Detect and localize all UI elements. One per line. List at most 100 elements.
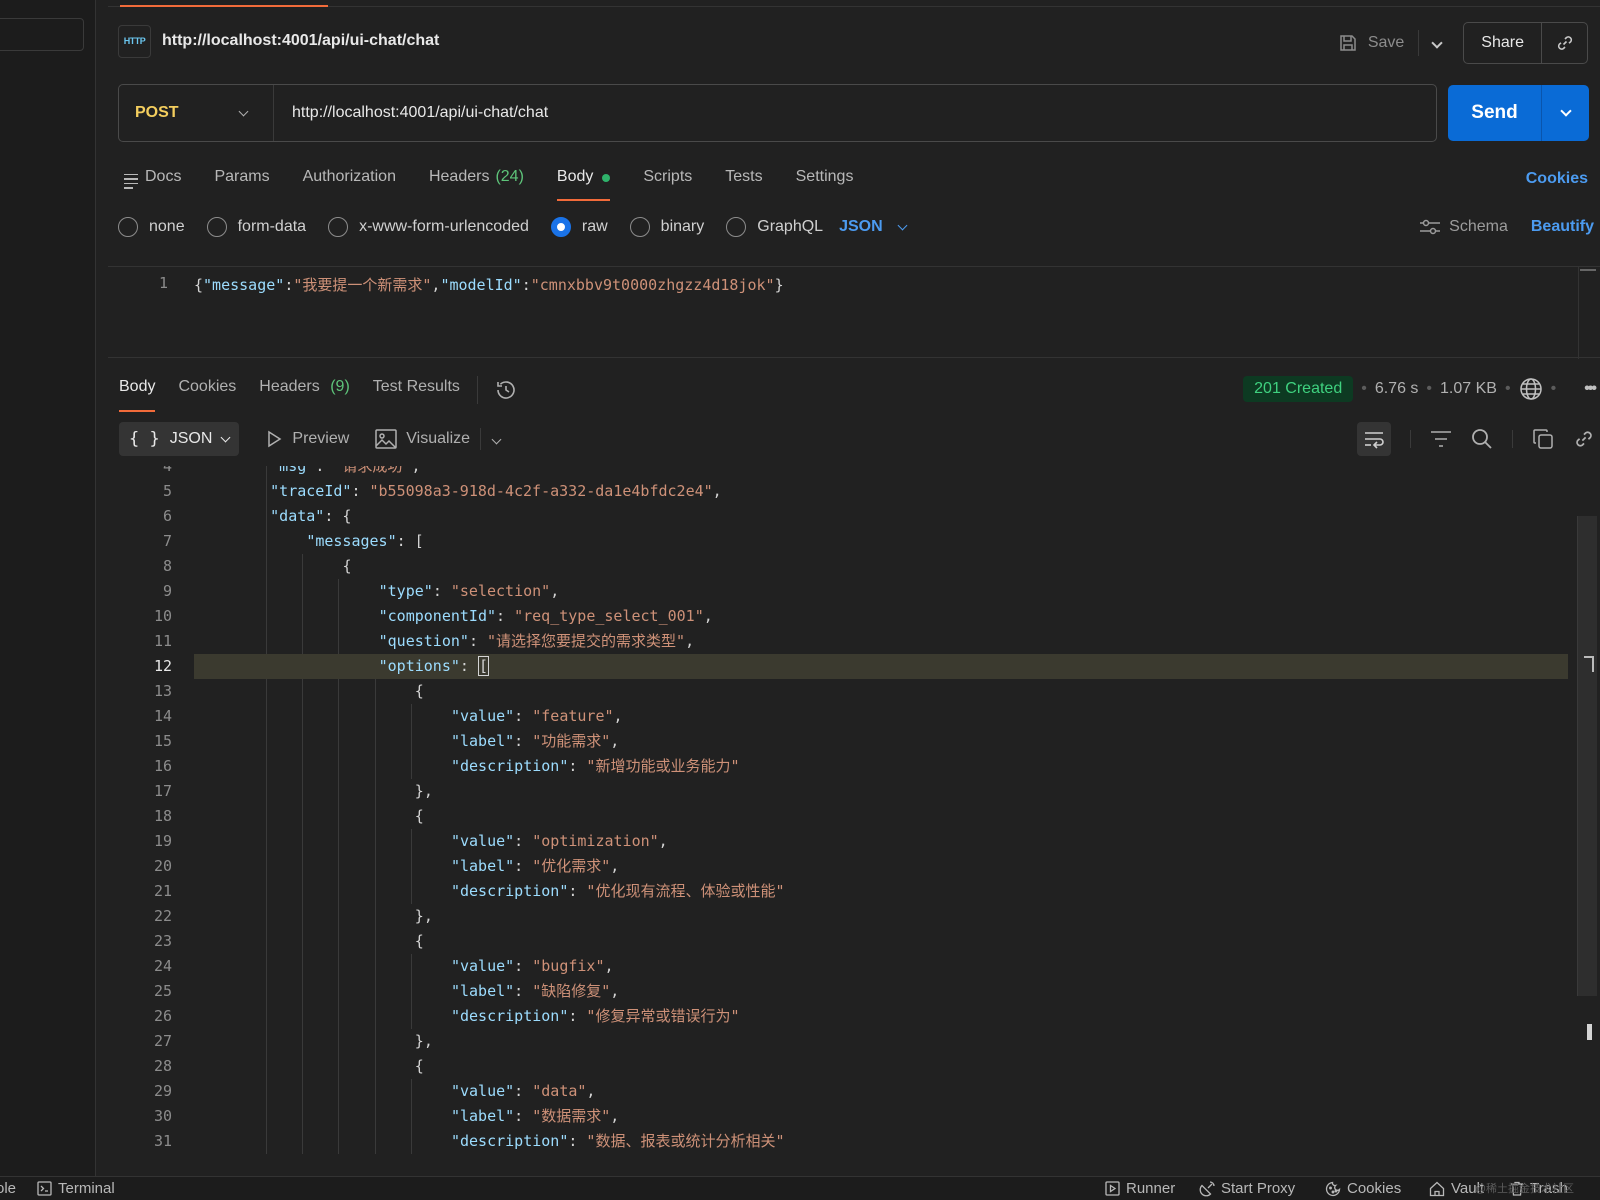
code-line[interactable]: 20 "label": "优化需求", [108,854,1568,879]
send-button[interactable]: Send [1448,85,1542,141]
history-icon[interactable] [494,378,518,407]
code-line[interactable]: 14 "value": "feature", [108,704,1568,729]
body-type-raw[interactable]: raw [550,217,608,237]
code-line[interactable]: 8{ [108,554,1568,579]
method-select[interactable]: POST [119,85,274,141]
request-editor-scrollbar[interactable] [1578,267,1596,359]
cookies-button[interactable]: Cookies [1325,1180,1401,1197]
tab-scripts[interactable]: Scripts [643,164,692,204]
body-type-urlencoded[interactable]: x-www-form-urlencoded [328,217,529,237]
response-tab-headers[interactable]: Headers (9) [259,372,350,412]
terminal-button[interactable]: Terminal [37,1180,115,1197]
code-line[interactable]: 19 "value": "optimization", [108,829,1568,854]
response-tab-body[interactable]: Body [119,372,156,412]
code-line[interactable]: 6 "data": { [108,504,1568,529]
code-line[interactable]: 15 "label": "功能需求", [108,729,1568,754]
active-request-tab[interactable] [120,0,328,7]
response-format-select[interactable]: { } JSON [119,422,240,456]
preview-button[interactable]: Preview [265,430,349,448]
response-tab-cookies[interactable]: Cookies [178,372,236,412]
wrap-lines-icon[interactable] [1357,422,1391,456]
divider [1418,30,1420,56]
more-options-icon[interactable]: ••• [1584,380,1597,398]
code-line[interactable]: 22}, [108,904,1568,929]
console-button[interactable]: ole [0,1180,16,1197]
response-size[interactable]: 1.07 KB [1440,380,1497,398]
response-tab-test-results[interactable]: Test Results [373,372,460,412]
code-line[interactable]: 21 "description": "优化现有流程、体验或性能" [108,879,1568,904]
body-type-graphql[interactable]: GraphQL [726,217,823,237]
code-line[interactable]: 31 "description": "数据、报表或统计分析相关" [108,1129,1568,1154]
copy-link-icon[interactable] [1541,23,1587,63]
code-line[interactable]: 9 "type": "selection", [108,579,1568,604]
response-time[interactable]: 6.76 s [1375,380,1419,398]
code-line[interactable]: 27}, [108,1029,1568,1054]
code-line[interactable]: 29 "value": "data", [108,1079,1568,1104]
line-number: 4 [162,466,172,475]
code-line[interactable]: 16 "description": "新增功能或业务能力" [108,754,1568,779]
send-options-chevron-icon[interactable] [1542,85,1589,141]
code-line[interactable]: 23 { [108,929,1568,954]
scrollbar-thumb[interactable] [1587,1024,1592,1040]
code-line[interactable]: 18 { [108,804,1568,829]
tab-headers[interactable]: Headers (24) [429,164,524,204]
save-button[interactable]: Save [1328,33,1414,53]
tab-params[interactable]: Params [214,164,269,204]
beautify-button[interactable]: Beautify [1531,218,1594,236]
share-button[interactable]: Share [1464,23,1541,63]
visualize-options-chevron-icon[interactable] [491,430,502,448]
response-editor-scrollbar[interactable] [1577,516,1597,996]
status-badge[interactable]: 201 Created [1243,376,1354,402]
json-string: "修复异常或错误行为" [586,1007,740,1025]
save-options-chevron-icon[interactable] [1423,34,1455,52]
start-proxy-button[interactable]: Start Proxy [1199,1180,1295,1197]
code-line[interactable]: 25 "label": "缺陷修复", [108,979,1568,1004]
code-line[interactable]: 4 "msg": "请求成功", [108,466,1568,479]
code-line[interactable]: 7 "messages": [ [108,529,1568,554]
tab-tests[interactable]: Tests [725,164,762,204]
link-icon[interactable] [1573,428,1595,450]
schema-button[interactable]: Schema [1419,218,1508,236]
send-group: Send [1448,85,1589,141]
response-body-editor[interactable]: 31 "description": "数据、报表或统计分析相关" 30 "label"… [108,466,1600,1166]
url-input[interactable] [292,104,1392,122]
search-icon[interactable] [1471,428,1493,450]
tab-body[interactable]: Body [556,164,611,204]
code-line[interactable]: 12 "options": [ [154,654,1568,679]
visualize-button[interactable]: Visualize [375,429,470,449]
copy-icon[interactable] [1532,428,1554,450]
globe-icon[interactable] [1519,377,1543,401]
cookies-link[interactable]: Cookies [1526,170,1588,188]
code-text: "componentId": "req_type_select_001", [379,604,713,629]
line-number: 15 [153,732,172,750]
json-punctuation: , [610,1107,620,1125]
raw-format-select[interactable]: JSON [839,218,908,236]
scrollbar-thumb[interactable] [1580,269,1596,271]
code-line[interactable]: 5 "traceId": "b55098a3-918d-4c2f-a332-da1… [108,479,1568,504]
tab-authorization[interactable]: Authorization [303,164,396,204]
body-type-label: x-www-form-urlencoded [359,218,529,235]
code-line[interactable]: 26 "description": "修复异常或错误行为" [108,1004,1568,1029]
code-line[interactable]: 24 "value": "bugfix", [108,954,1568,979]
request-body-editor[interactable]: 1 {"message":"我要提一个新需求","modelId":"cmnxb… [108,266,1600,359]
runner-button[interactable]: Runner [1105,1180,1175,1197]
code-line[interactable]: 17}, [108,779,1568,804]
tab-docs[interactable]: Docs [124,164,181,204]
filter-icon[interactable] [1430,429,1452,449]
code-line[interactable]: 28 { [108,1054,1568,1079]
code-line[interactable]: 10 "componentId": "req_type_select_001", [108,604,1568,629]
tab-headers-label: Headers [428,168,490,185]
code-line[interactable]: 11 "question": "请选择您要提交的需求类型", [108,629,1568,654]
code-line[interactable]: 30 "label": "数据需求", [108,1104,1568,1129]
tab-settings[interactable]: Settings [796,164,854,204]
code-line[interactable]: 13 { [108,679,1568,704]
body-type-label: none [149,218,185,235]
sidebar-search-stub[interactable] [0,18,84,51]
request-title[interactable]: http://localhost:4001/api/ui-chat/chat [162,32,439,50]
request-actions: Save Share [1328,22,1588,64]
json-key: "description" [450,1132,569,1150]
body-type-none[interactable]: none [118,217,185,237]
request-body-code[interactable]: {"message":"我要提一个新需求","modelId":"cmnxbbv… [194,274,784,295]
body-type-form-data[interactable]: form-data [206,217,306,237]
body-type-binary[interactable]: binary [629,217,704,237]
